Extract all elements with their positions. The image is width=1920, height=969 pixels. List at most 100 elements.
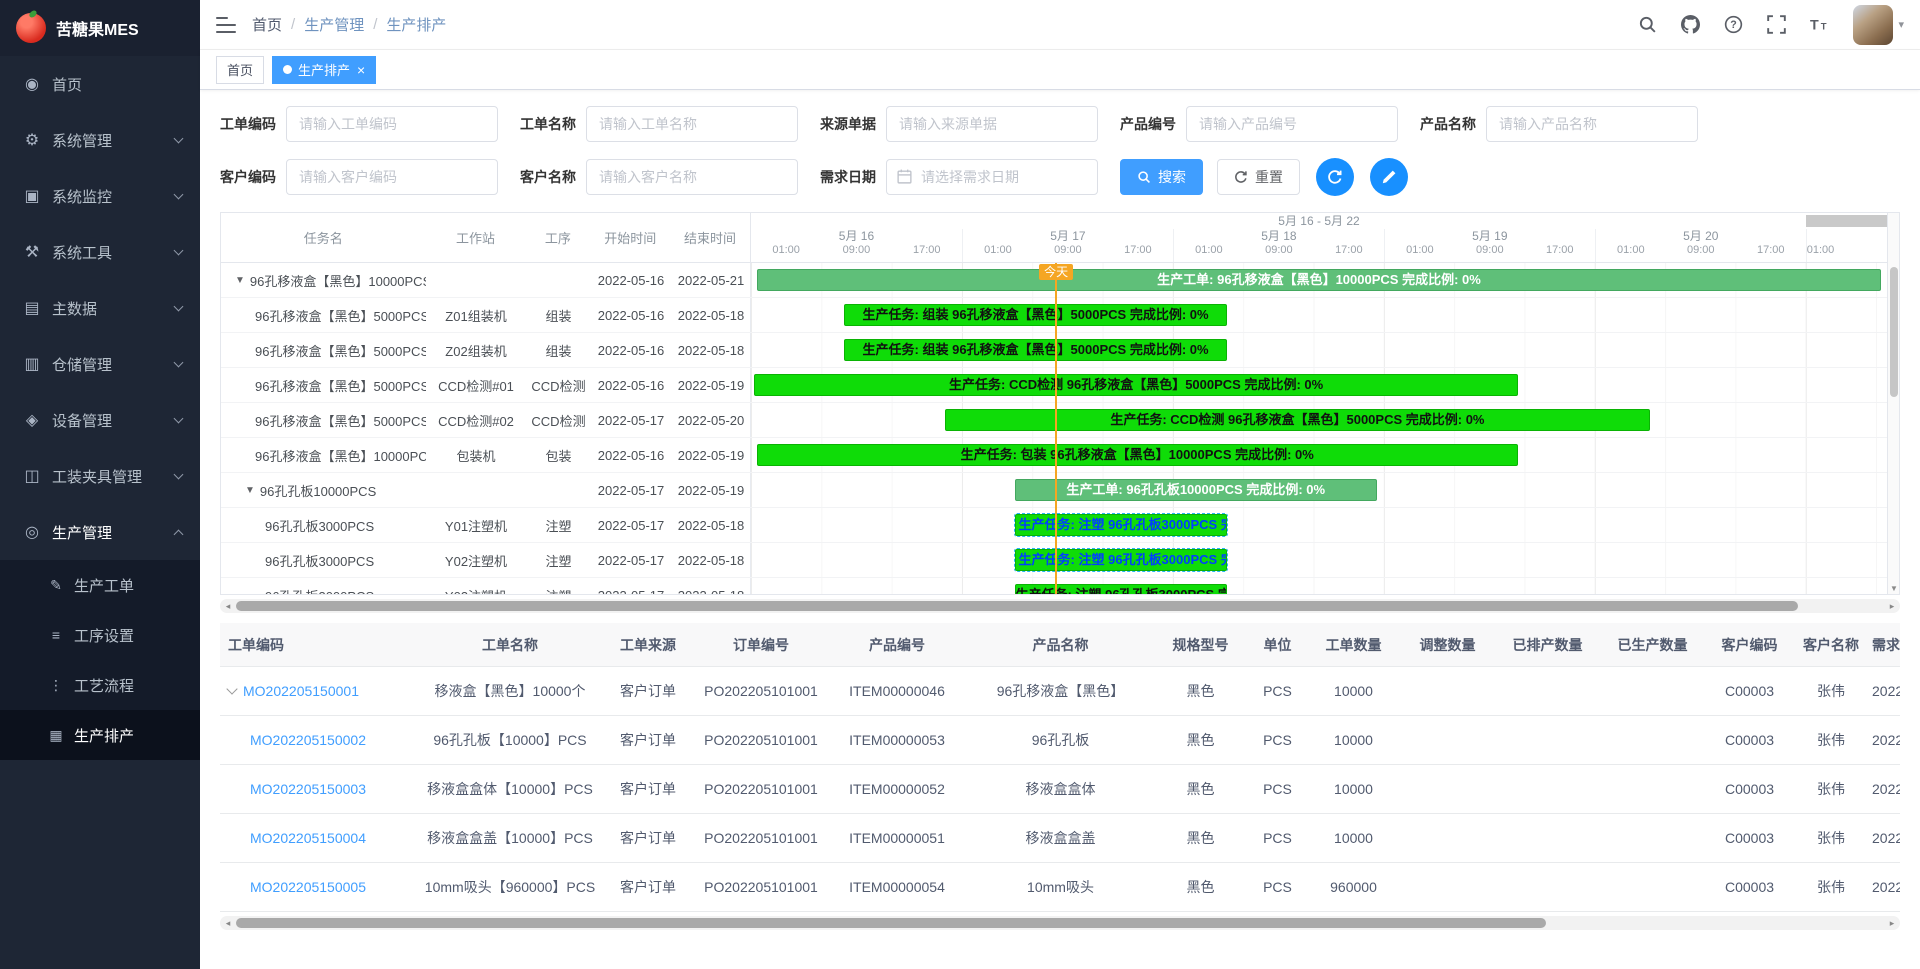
gantt-row[interactable]: 96孔孔板3000PCS Y02注塑机 注塑 2022-05-17 2022-0… xyxy=(221,543,1899,578)
breadcrumb-home[interactable]: 首页 xyxy=(252,14,282,35)
production-submenu: ✎ 生产工单 ≡ 工序设置 ⋮ 工艺流程 ▦ 生产排产 xyxy=(0,560,200,760)
demand-date-input[interactable] xyxy=(886,159,1098,195)
scrollbar-thumb[interactable] xyxy=(1890,267,1898,397)
scroll-down-arrow-icon[interactable]: ▼ xyxy=(1888,584,1900,593)
github-icon[interactable] xyxy=(1681,15,1700,34)
scroll-left-arrow-icon[interactable]: ◂ xyxy=(220,599,236,613)
close-icon[interactable]: × xyxy=(357,63,365,77)
sidebar-item-device-mgmt[interactable]: ◈ 设备管理 xyxy=(0,392,200,448)
product-name-input[interactable] xyxy=(1486,106,1698,142)
expand-triangle-icon[interactable]: ▼ xyxy=(235,275,245,286)
gantt-row[interactable]: 96孔移液盒【黑色】5000PCS Z01组装机 组装 2022-05-16 2… xyxy=(221,298,1899,333)
gantt-row[interactable]: 96孔移液盒【黑色】5000PCS CCD检测#02 CCD检测 2022-05… xyxy=(221,403,1899,438)
sidebar-item-production-schedule[interactable]: ▦ 生产排产 xyxy=(0,710,200,760)
font-size-icon[interactable]: TT xyxy=(1810,15,1829,34)
gantt-bar-workorder[interactable]: 生产工单: 96孔移液盒【黑色】10000PCS 完成比例: 0% xyxy=(757,269,1882,291)
reset-button[interactable]: 重置 xyxy=(1217,159,1300,195)
scroll-right-arrow-icon[interactable]: ▸ xyxy=(1884,916,1900,930)
workorder-icon: ✎ xyxy=(46,577,66,594)
sidebar-item-fixture-mgmt[interactable]: ◫ 工装夹具管理 xyxy=(0,448,200,504)
table-row[interactable]: MO202205150004 移液盒盒盖【10000】PCS 客户订单 PO20… xyxy=(220,814,1900,863)
table-horizontal-scrollbar[interactable]: ◂ ▸ xyxy=(220,916,1900,930)
scrollbar-thumb[interactable] xyxy=(236,918,1546,928)
gantt-bar-task[interactable]: 生产任务: CCD检测 96孔移液盒【黑色】5000PCS 完成比例: 0% xyxy=(754,374,1517,396)
sidebar-item-system-mgmt[interactable]: ⚙ 系统管理 xyxy=(0,112,200,168)
gantt-bar-task-selected[interactable]: 生产任务: 注塑 96孔孔板3000PCS 完成比例: 0% xyxy=(1015,514,1227,536)
help-icon[interactable]: ? xyxy=(1724,15,1743,34)
search-button[interactable]: 搜索 xyxy=(1120,159,1203,195)
database-icon: ▤ xyxy=(20,298,44,318)
sidebar-item-system-tools[interactable]: ⚒ 系统工具 xyxy=(0,224,200,280)
gantt-row[interactable]: 96孔孔板3000PCS Y03注塑机 注塑 2022-05-17 2022-0… xyxy=(221,578,1899,595)
tab-production-schedule[interactable]: 生产排产 × xyxy=(272,56,376,84)
customer-code-input[interactable] xyxy=(286,159,498,195)
table-header: 工单编码 工单名称 工单来源 订单编号 产品编号 产品名称 规格型号 单位 工单… xyxy=(220,623,1900,667)
gantt-horizontal-scrollbar[interactable]: ◂ ▸ xyxy=(220,599,1900,613)
app-logo[interactable]: 苦糖果MES xyxy=(0,0,200,56)
fixture-icon: ◫ xyxy=(20,466,44,486)
table-row[interactable]: MO202205150003 移液盒盒体【10000】PCS 客户订单 PO20… xyxy=(220,765,1900,814)
sidebar-item-home[interactable]: ◉ 首页 xyxy=(0,56,200,112)
row-expand-icon[interactable] xyxy=(226,683,237,694)
process-icon: ≡ xyxy=(46,627,66,643)
gantt-days-row: 5月 16 01:0009:0017:00 5月 17 01:0009:0017… xyxy=(751,229,1887,262)
table-row[interactable]: MO202205150001 移液盒【黑色】10000个 客户订单 PO2022… xyxy=(220,667,1900,716)
gantt-row[interactable]: ▼96孔孔板10000PCS 2022-05-17 2022-05-19 生产工… xyxy=(221,473,1899,508)
breadcrumb-production-mgmt[interactable]: 生产管理 xyxy=(304,14,364,35)
sidebar-item-process-flow[interactable]: ⋮ 工艺流程 xyxy=(0,660,200,710)
gantt-bar-task[interactable]: 生产任务: 注塑 96孔孔板3000PCS 完成比例: 0% xyxy=(1015,584,1227,595)
gantt-row[interactable]: 96孔孔板3000PCS Y01注塑机 注塑 2022-05-17 2022-0… xyxy=(221,508,1899,543)
filter-product-name: 产品名称 xyxy=(1420,106,1698,142)
sidebar-item-process-settings[interactable]: ≡ 工序设置 xyxy=(0,610,200,660)
workorder-link[interactable]: MO202205150002 xyxy=(250,732,366,748)
workorder-link[interactable]: MO202205150004 xyxy=(250,830,366,846)
source-doc-input[interactable] xyxy=(886,106,1098,142)
gantt-body: ▼96孔移液盒【黑色】10000PCS 2022-05-16 2022-05-2… xyxy=(221,263,1899,595)
workorder-link[interactable]: MO202205150005 xyxy=(250,879,366,895)
user-menu[interactable]: ▾ xyxy=(1853,5,1904,45)
customer-name-input[interactable] xyxy=(586,159,798,195)
refresh-icon xyxy=(1327,169,1343,185)
table-row[interactable]: MO202205150005 10mm吸头【960000】PCS 客户订单 PO… xyxy=(220,863,1900,912)
gantt-row[interactable]: 96孔移液盒【黑色】5000PCS Z02组装机 组装 2022-05-16 2… xyxy=(221,333,1899,368)
gantt-row[interactable]: 96孔移液盒【黑色】10000PCS 包装机 包装 2022-05-16 202… xyxy=(221,438,1899,473)
chevron-up-icon xyxy=(174,529,184,539)
gantt-bar-workorder[interactable]: 生产工单: 96孔孔板10000PCS 完成比例: 0% xyxy=(1015,479,1377,501)
workorder-link[interactable]: MO202205150001 xyxy=(243,683,359,699)
gantt-timeline-header: 5月 16 - 5月 22 5月 16 01:0009:0017:00 5月 1… xyxy=(751,213,1887,262)
table-row[interactable]: MO202205150002 96孔孔板【10000】PCS 客户订单 PO20… xyxy=(220,716,1900,765)
workorder-code-input[interactable] xyxy=(286,106,498,142)
scroll-left-arrow-icon[interactable]: ◂ xyxy=(220,916,236,930)
tab-home[interactable]: 首页 xyxy=(216,56,264,84)
gantt-bar-task[interactable]: 生产任务: CCD检测 96孔移液盒【黑色】5000PCS 完成比例: 0% xyxy=(945,409,1649,431)
gantt-chart: 任务名 工作站 工序 开始时间 结束时间 5月 16 - 5月 22 xyxy=(220,212,1900,595)
flow-icon: ⋮ xyxy=(46,677,66,694)
gantt-bar-task[interactable]: 生产任务: 组装 96孔移液盒【黑色】5000PCS 完成比例: 0% xyxy=(844,339,1227,361)
gantt-bar-task[interactable]: 生产任务: 组装 96孔移液盒【黑色】5000PCS 完成比例: 0% xyxy=(844,304,1227,326)
sidebar-item-production-workorder[interactable]: ✎ 生产工单 xyxy=(0,560,200,610)
gantt-row[interactable]: 96孔移液盒【黑色】5000PCS CCD检测#01 CCD检测 2022-05… xyxy=(221,368,1899,403)
gantt-bar-task-selected[interactable]: 生产任务: 注塑 96孔孔板3000PCS 完成比例: 0% xyxy=(1015,549,1227,571)
avatar[interactable] xyxy=(1853,5,1893,45)
gantt-header: 任务名 工作站 工序 开始时间 结束时间 5月 16 - 5月 22 xyxy=(221,213,1899,263)
breadcrumb-production-schedule[interactable]: 生产排产 xyxy=(386,14,446,35)
fullscreen-icon[interactable] xyxy=(1767,15,1786,34)
sidebar-item-production-mgmt[interactable]: ◎ 生产管理 xyxy=(0,504,200,560)
sidebar-item-system-monitor[interactable]: ▣ 系统监控 xyxy=(0,168,200,224)
gantt-vertical-scrollbar[interactable]: ▼ xyxy=(1887,213,1899,594)
scroll-right-arrow-icon[interactable]: ▸ xyxy=(1884,599,1900,613)
filter-workorder-name: 工单名称 xyxy=(520,106,798,142)
search-icon[interactable] xyxy=(1638,15,1657,34)
hamburger-icon[interactable] xyxy=(216,17,236,33)
gantt-row[interactable]: ▼96孔移液盒【黑色】10000PCS 2022-05-16 2022-05-2… xyxy=(221,263,1899,298)
workorder-name-input[interactable] xyxy=(586,106,798,142)
product-code-input[interactable] xyxy=(1186,106,1398,142)
sidebar-item-warehouse-mgmt[interactable]: ▥ 仓储管理 xyxy=(0,336,200,392)
edit-schedule-button[interactable] xyxy=(1370,158,1408,196)
gantt-bar-task[interactable]: 生产任务: 包装 96孔移液盒【黑色】10000PCS 完成比例: 0% xyxy=(757,444,1518,466)
expand-triangle-icon[interactable]: ▼ xyxy=(245,485,255,496)
refresh-gantt-button[interactable] xyxy=(1316,158,1354,196)
sidebar-item-master-data[interactable]: ▤ 主数据 xyxy=(0,280,200,336)
scrollbar-thumb[interactable] xyxy=(236,601,1798,611)
workorder-link[interactable]: MO202205150003 xyxy=(250,781,366,797)
